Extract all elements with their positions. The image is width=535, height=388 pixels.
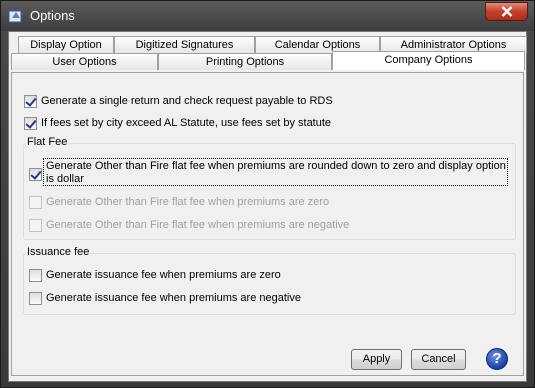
title-bar[interactable]: Options — [1, 1, 534, 31]
flat-fee-negative-checkbox — [29, 219, 42, 232]
tab-company-options[interactable]: Company Options — [332, 51, 525, 70]
issuance-zero-option[interactable]: Generate issuance fee when premiums are … — [29, 269, 281, 282]
flat-fee-rounded-label: Generate Other than Fire flat fee when p… — [46, 160, 506, 186]
flat-fee-rounded-label-line2: is dollar — [46, 173, 84, 185]
issuance-zero-label: Generate issuance fee when premiums are … — [46, 269, 281, 281]
close-icon — [501, 6, 512, 17]
tab-user-options[interactable]: User Options — [11, 53, 158, 70]
tab-label: Administrator Options — [400, 39, 507, 51]
flat-fee-rounded-label-line1: Generate Other than Fire flat fee when p… — [46, 160, 506, 172]
flat-fee-negative-label: Generate Other than Fire flat fee when p… — [46, 219, 350, 231]
issuance-fee-title: Issuance fee — [25, 246, 92, 258]
tab-printing-options[interactable]: Printing Options — [158, 53, 332, 70]
issuance-negative-checkbox[interactable] — [29, 292, 42, 305]
tab-label: Printing Options — [205, 56, 285, 68]
issuance-zero-checkbox[interactable] — [29, 269, 42, 282]
issuance-negative-label: Generate issuance fee when premiums are … — [46, 292, 301, 304]
window-title: Options — [30, 8, 75, 23]
flat-fee-rounded-option[interactable]: Generate Other than Fire flat fee when p… — [29, 160, 506, 186]
flat-fee-negative-option: Generate Other than Fire flat fee when p… — [29, 219, 349, 232]
options-window: Options Display Option Digitized Signatu… — [0, 0, 535, 388]
flat-fee-zero-label: Generate Other than Fire flat fee when p… — [46, 196, 330, 208]
flat-fee-rounded-checkbox[interactable] — [29, 168, 42, 181]
issuance-fee-group — [23, 253, 516, 315]
city-fees-checkbox[interactable] — [24, 117, 37, 130]
tab-digitized-signatures[interactable]: Digitized Signatures — [114, 36, 255, 53]
client-area: Display Option Digitized Signatures Cale… — [8, 31, 527, 382]
flat-fee-title: Flat Fee — [25, 136, 70, 148]
flat-fee-zero-option: Generate Other than Fire flat fee when p… — [29, 196, 329, 209]
tab-display-option[interactable]: Display Option — [18, 36, 114, 53]
city-fees-label: If fees set by city exceed AL Statute, u… — [41, 117, 332, 129]
single-return-label: Generate a single return and check reque… — [41, 95, 333, 107]
single-return-checkbox[interactable] — [24, 95, 37, 108]
flat-fee-zero-checkbox — [29, 196, 42, 209]
tab-label: User Options — [52, 56, 117, 68]
tab-label: Digitized Signatures — [135, 39, 234, 51]
tab-label: Calendar Options — [274, 39, 361, 51]
single-return-option[interactable]: Generate a single return and check reque… — [24, 95, 333, 108]
tab-label: Display Option — [30, 39, 102, 51]
city-fees-option[interactable]: If fees set by city exceed AL Statute, u… — [24, 117, 331, 130]
close-button[interactable] — [485, 2, 528, 21]
help-icon[interactable]: ? — [486, 348, 508, 370]
apply-button[interactable]: Apply — [351, 349, 402, 370]
cancel-button[interactable]: Cancel — [411, 349, 466, 370]
app-icon — [8, 10, 22, 23]
tab-label: Company Options — [384, 54, 473, 66]
issuance-negative-option[interactable]: Generate issuance fee when premiums are … — [29, 292, 301, 305]
